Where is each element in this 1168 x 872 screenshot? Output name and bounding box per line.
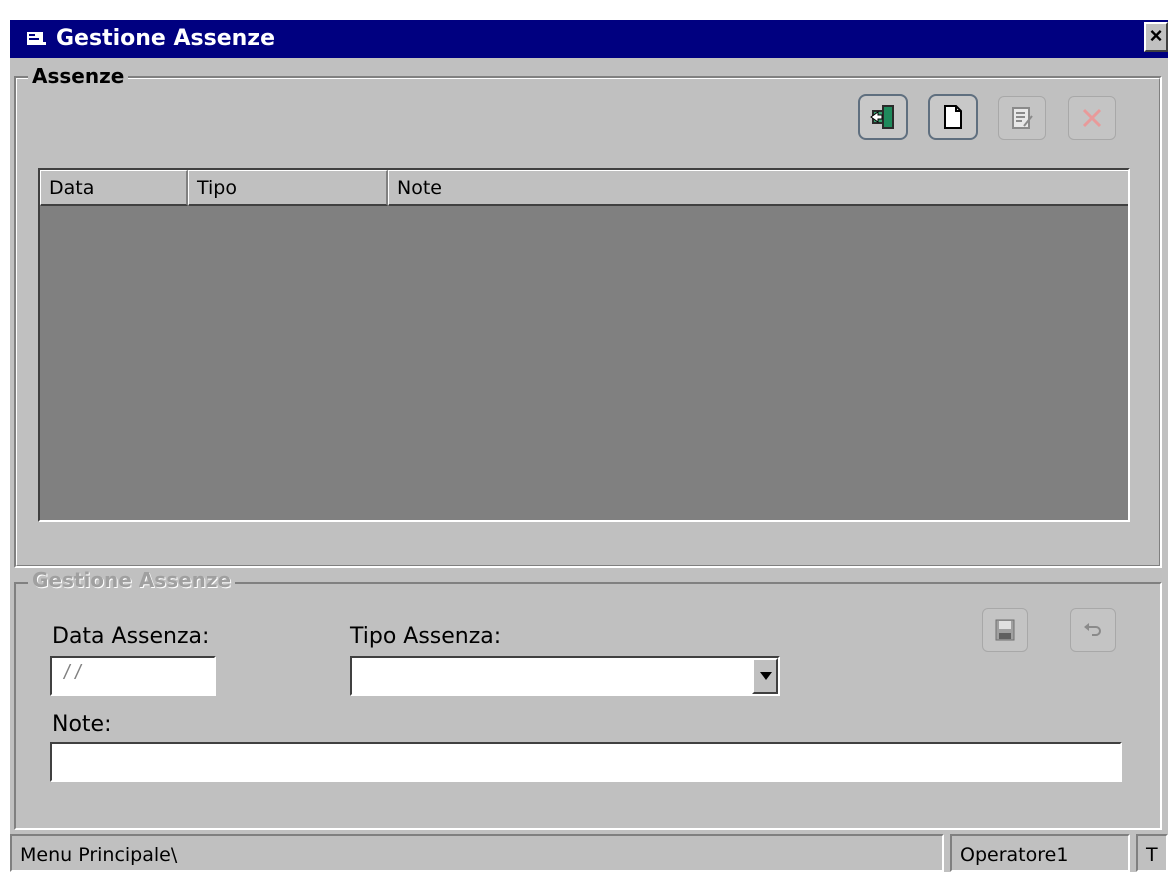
delete-button[interactable] bbox=[1068, 96, 1116, 140]
assenze-group-legend: Assenze bbox=[28, 64, 129, 88]
data-assenza-value: / / bbox=[64, 662, 81, 684]
column-header-data[interactable]: Data bbox=[40, 170, 188, 206]
note-label: Note: bbox=[52, 712, 112, 737]
floppy-disk-icon bbox=[995, 619, 1015, 641]
status-extra: T bbox=[1136, 834, 1168, 872]
save-button[interactable] bbox=[982, 608, 1028, 652]
status-bar: Menu Principale\ Operatore1 T bbox=[10, 834, 1168, 872]
edit-button[interactable] bbox=[998, 96, 1046, 140]
status-operator: Operatore1 bbox=[950, 834, 1130, 872]
title-bar[interactable]: Gestione Assenze × bbox=[10, 20, 1168, 58]
data-assenza-field[interactable]: / / bbox=[50, 656, 216, 696]
gestione-assenze-group-legend: Gestione Assenze bbox=[28, 568, 236, 592]
new-document-icon bbox=[944, 105, 962, 129]
new-button[interactable] bbox=[928, 94, 978, 140]
exit-door-icon bbox=[870, 105, 894, 129]
undo-arrow-icon bbox=[1084, 623, 1101, 636]
tipo-assenza-label: Tipo Assenza: bbox=[350, 624, 502, 649]
tipo-assenza-select[interactable] bbox=[350, 656, 780, 696]
close-button[interactable]: × bbox=[1144, 22, 1168, 52]
chevron-down-icon[interactable] bbox=[752, 658, 778, 694]
gestione-assenze-window: Gestione Assenze × Assenze Data Tipo Not… bbox=[10, 20, 1168, 872]
edit-document-icon bbox=[1012, 107, 1033, 129]
column-header-tipo[interactable]: Tipo bbox=[188, 170, 388, 206]
window-title: Gestione Assenze bbox=[56, 26, 276, 51]
app-icon bbox=[26, 30, 48, 48]
data-assenza-label: Data Assenza: bbox=[52, 624, 210, 649]
column-header-note[interactable]: Note bbox=[388, 170, 1128, 206]
note-field[interactable] bbox=[50, 742, 1122, 782]
assenze-grid[interactable]: Data Tipo Note bbox=[38, 168, 1130, 522]
undo-button[interactable] bbox=[1070, 608, 1116, 652]
status-path: Menu Principale\ bbox=[10, 834, 944, 872]
delete-x-icon bbox=[1082, 108, 1102, 128]
grid-header: Data Tipo Note bbox=[40, 170, 1128, 206]
exit-button[interactable] bbox=[858, 94, 908, 140]
